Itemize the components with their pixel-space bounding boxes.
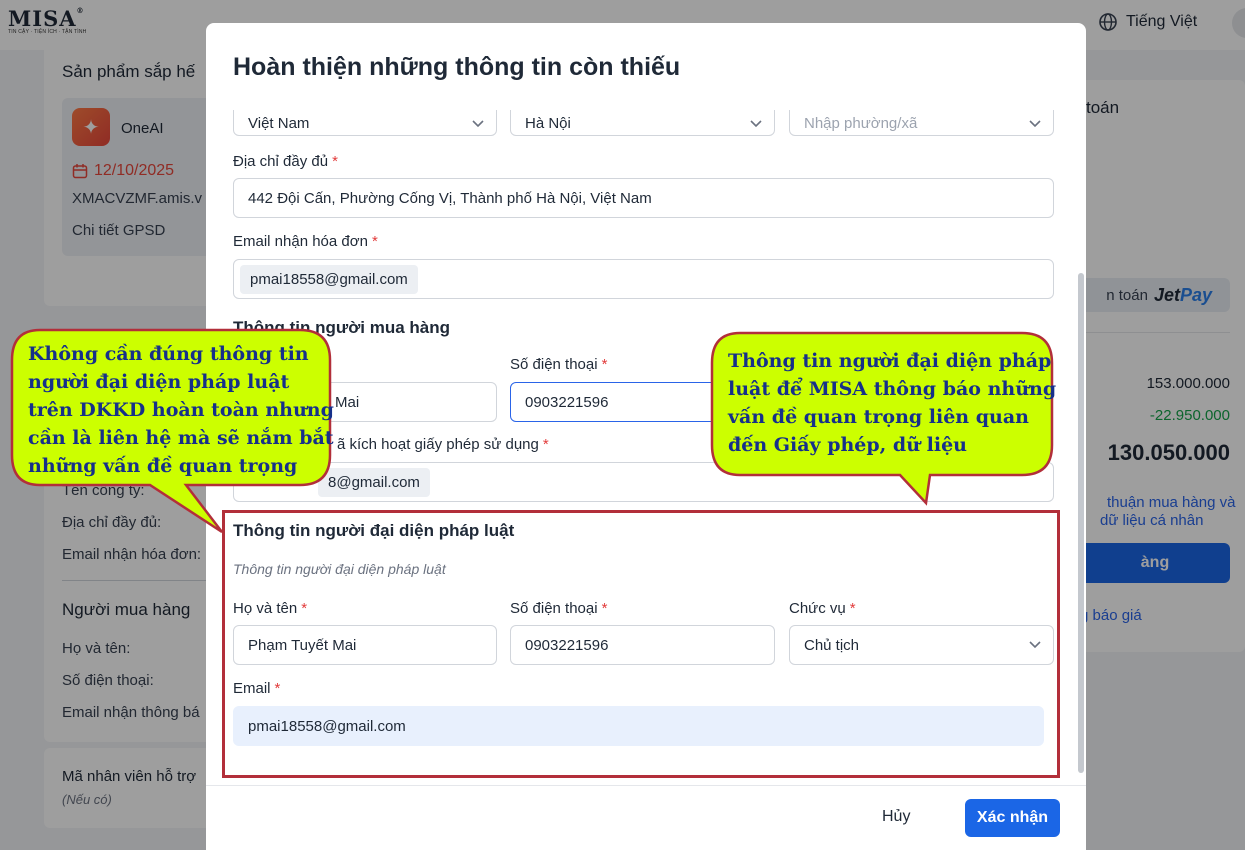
buyer-section-title: Thông tin người mua hàng (233, 318, 451, 337)
activation-email-input[interactable]: 8@gmail.com (233, 462, 1054, 502)
chevron-down-icon (750, 120, 762, 128)
required-mark: * (332, 153, 338, 170)
address-input[interactable]: 442 Đội Cấn, Phường Cống Vị, Thành phố H… (233, 178, 1054, 218)
ward-select[interactable]: Nhập phường/xã (789, 110, 1054, 136)
legal-rep-highlight (222, 510, 1060, 778)
cancel-button[interactable]: Hủy (882, 808, 910, 826)
email-chip[interactable]: 8@gmail.com (318, 467, 430, 497)
modal-footer: Hủy Xác nhận (206, 785, 1086, 850)
country-select[interactable]: Việt Nam (233, 110, 497, 136)
required-mark: * (601, 356, 608, 373)
modal-title: Hoàn thiện những thông tin còn thiếu (233, 53, 681, 81)
right-callout-text: Thông tin người đại diện pháp luật để MI… (728, 350, 1057, 456)
left-callout-text: Không cần đúng thông tin người đại diện … (28, 343, 334, 477)
required-mark: * (371, 233, 378, 250)
chevron-down-icon (472, 120, 484, 128)
confirm-button[interactable]: Xác nhận (965, 799, 1060, 837)
required-mark: * (542, 436, 549, 453)
activation-email-label: ã kích hoạt giấy phép sử dụng * (337, 436, 549, 453)
modal-scrollbar[interactable] (1078, 273, 1084, 773)
address-label: Địa chỉ đầy đủ * (233, 153, 338, 170)
province-select[interactable]: Hà Nội (510, 110, 775, 136)
invoice-email-input[interactable]: pmai18558@gmail.com (233, 259, 1054, 299)
buyer-phone-label: Số điện thoại * (510, 356, 608, 373)
chevron-down-icon (1029, 120, 1041, 128)
email-chip[interactable]: pmai18558@gmail.com (240, 264, 418, 294)
invoice-email-label: Email nhận hóa đơn * (233, 233, 378, 250)
